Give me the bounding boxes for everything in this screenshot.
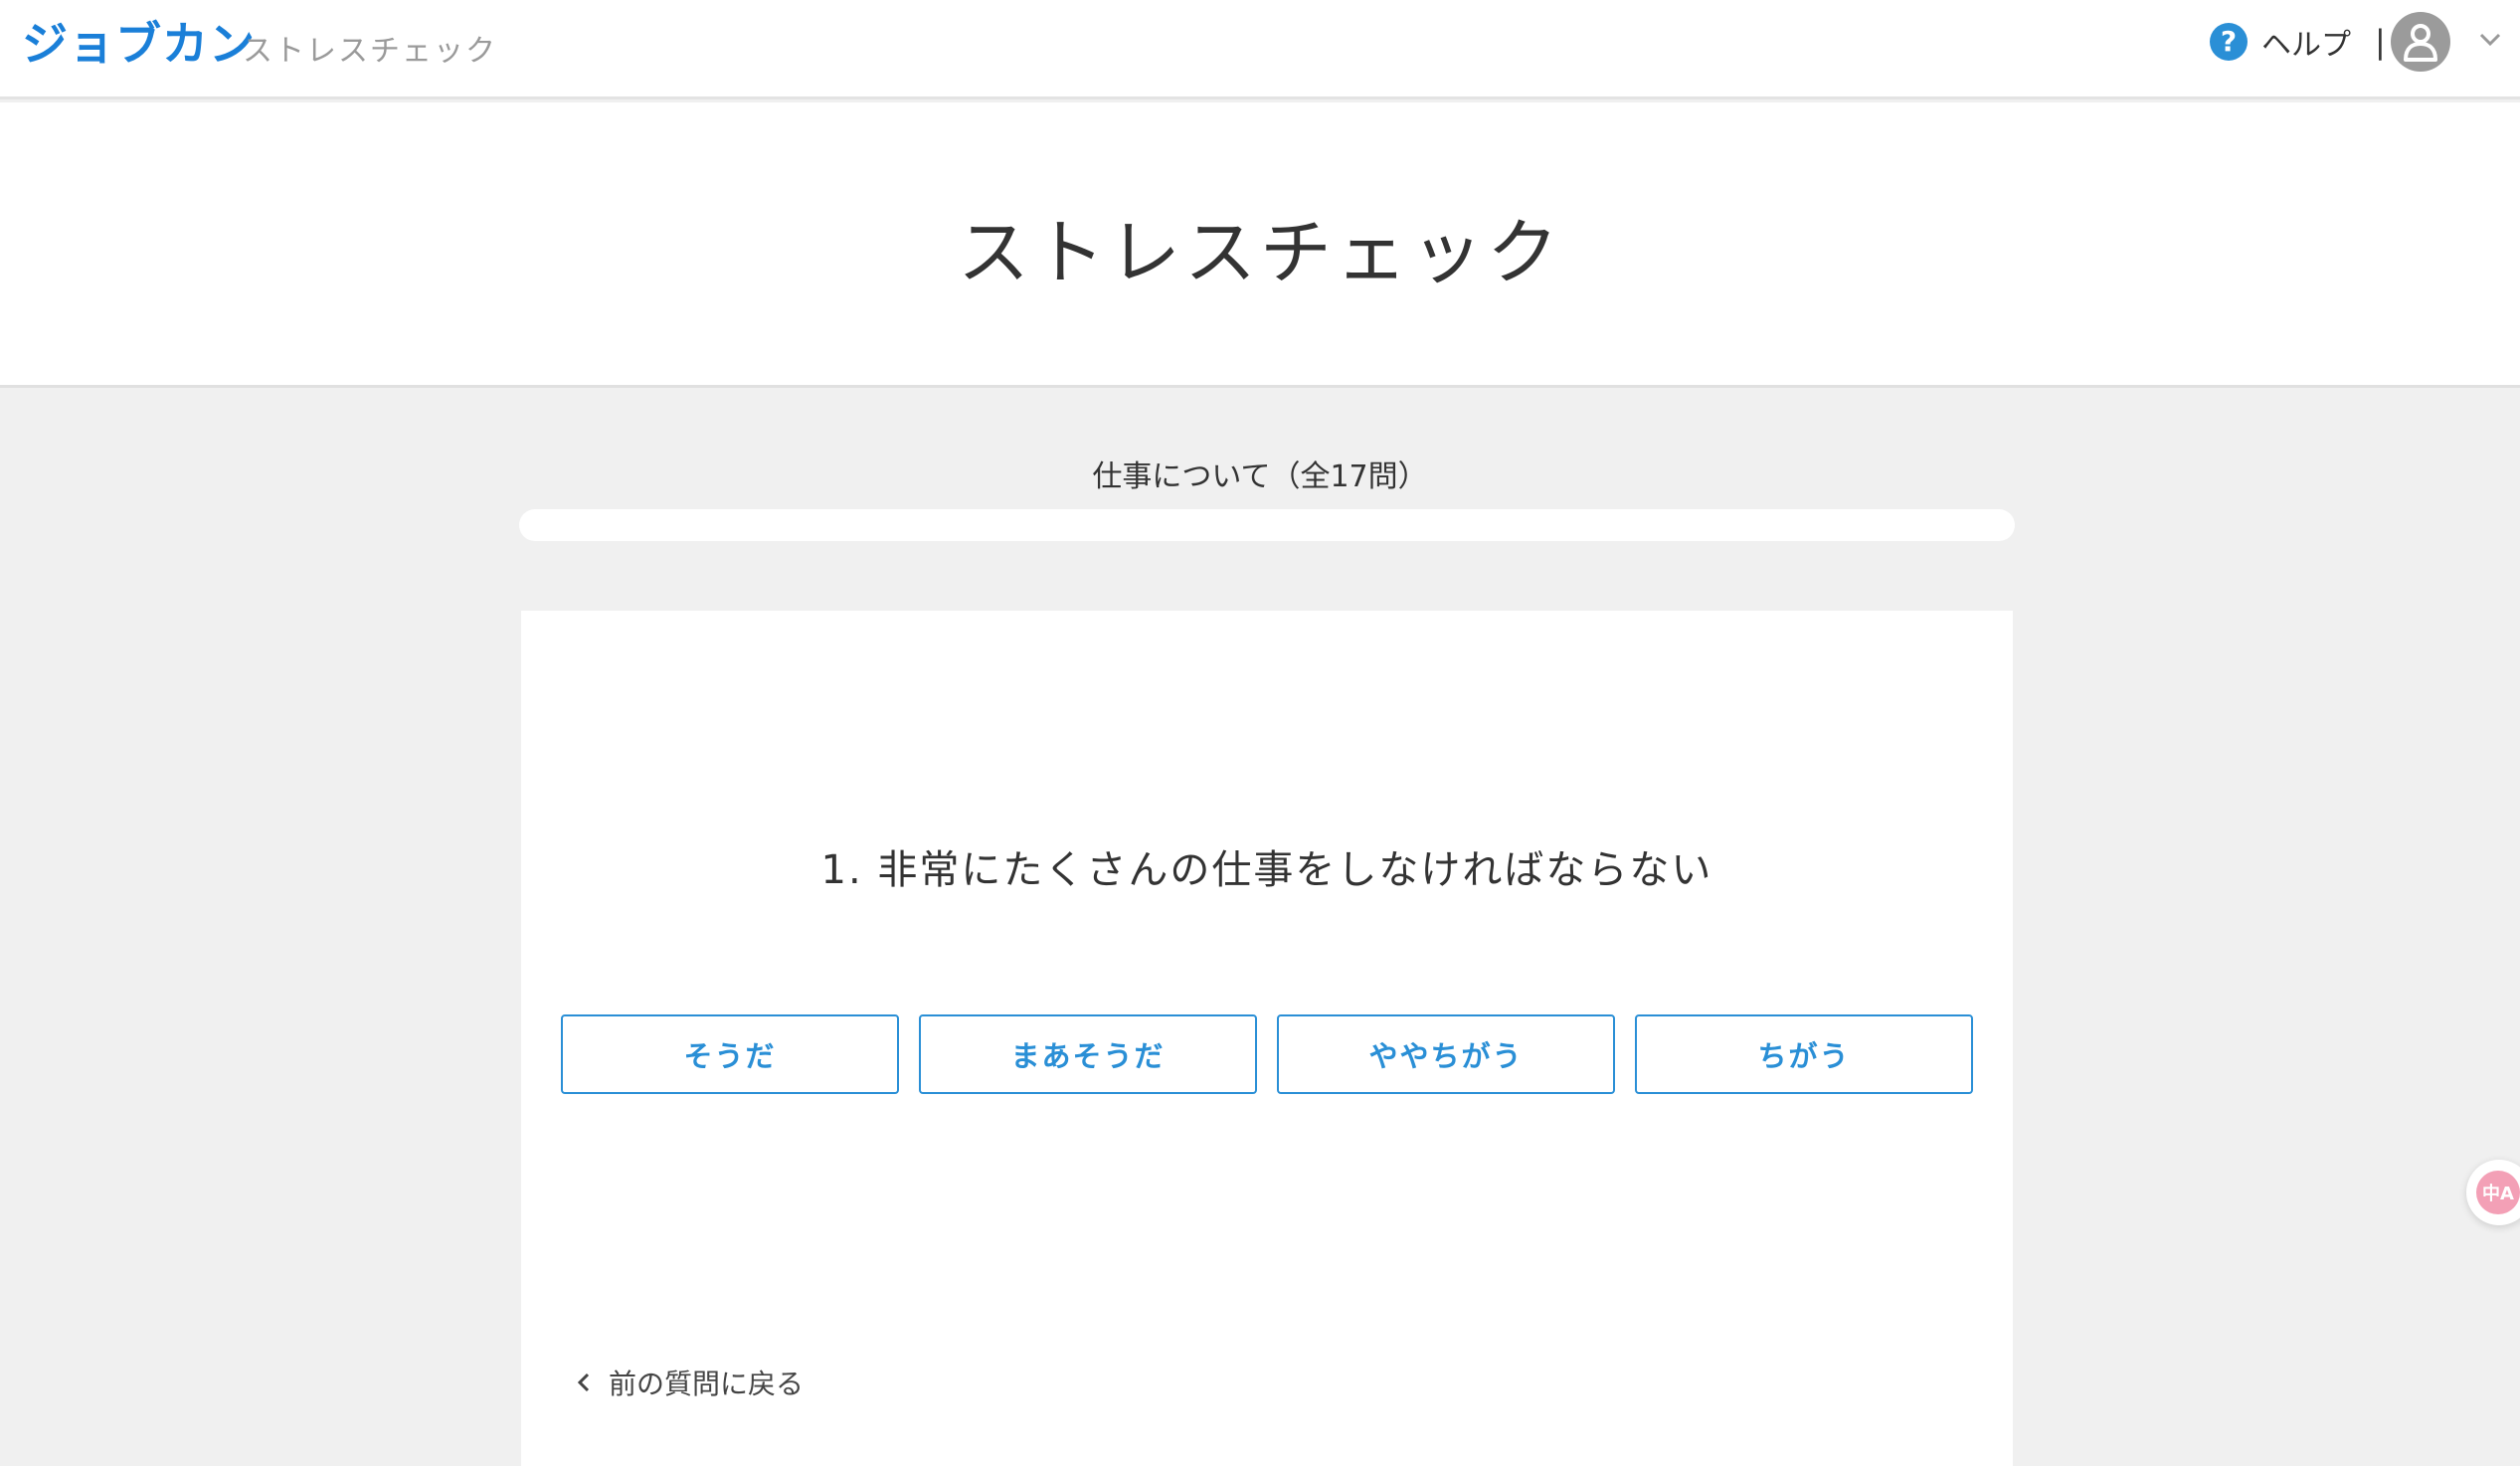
question-card: 1. 非常にたくさんの仕事をしなければならない そうだ まあそうだ ややちがう …: [521, 611, 2013, 1466]
user-avatar-icon[interactable]: [2391, 12, 2450, 72]
answer-options: そうだ まあそうだ ややちがう ちがう: [561, 1014, 1973, 1094]
answer-button-maasoda[interactable]: まあそうだ: [919, 1014, 1257, 1094]
header-divider: |: [2375, 23, 2386, 61]
product-name: ストレスチェック: [243, 34, 497, 69]
chevron-left-icon: [577, 1372, 591, 1393]
question-text: 1. 非常にたくさんの仕事をしなければならない: [820, 847, 1713, 893]
previous-question-link[interactable]: 前の質問に戻る: [577, 1363, 804, 1402]
brand-logo[interactable]: ジョブカン: [22, 8, 256, 74]
translate-icon[interactable]: 中A: [2476, 1171, 2520, 1214]
answer-button-soda[interactable]: そうだ: [561, 1014, 899, 1094]
title-band: ストレスチェック: [0, 102, 2520, 388]
progress-bar: [519, 509, 2015, 541]
top-header: ジョブカン ストレスチェック ? ヘルプ |: [0, 0, 2520, 99]
answer-button-yayachigau[interactable]: ややちがう: [1277, 1014, 1615, 1094]
help-label[interactable]: ヘルプ: [2261, 20, 2351, 64]
help-icon[interactable]: ?: [2210, 23, 2248, 61]
answer-button-chigau[interactable]: ちがう: [1635, 1014, 1973, 1094]
chevron-down-icon[interactable]: [2476, 30, 2504, 50]
help-link[interactable]: ? ヘルプ |: [2210, 20, 2386, 64]
translate-widget[interactable]: 中A: [2466, 1160, 2520, 1225]
previous-question-label: 前の質問に戻る: [609, 1368, 805, 1400]
page-title: ストレスチェック: [957, 211, 1562, 294]
section-label: 仕事について（全17問）: [1092, 459, 1428, 494]
